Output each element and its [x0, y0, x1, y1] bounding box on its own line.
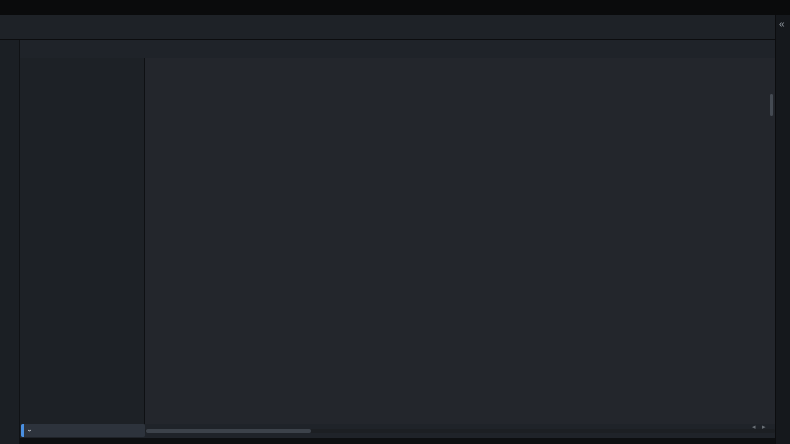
task-list-panel — [20, 58, 145, 424]
app-header — [0, 15, 775, 40]
right-collapse-strip: « — [775, 15, 790, 444]
collapsed-section-48-hours[interactable]: › — [21, 424, 145, 437]
app-window: « › ◂ ▸ — [0, 0, 790, 444]
chevron-down-icon[interactable]: › — [26, 429, 33, 431]
system-topbar — [0, 0, 790, 15]
collapse-icon[interactable]: « — [779, 19, 785, 30]
left-icon-rail — [0, 40, 20, 444]
horizontal-scrollbar[interactable] — [145, 429, 775, 433]
bottom-strip — [20, 438, 775, 444]
vertical-scrollbar-thumb[interactable] — [770, 94, 773, 116]
horizontal-scrollbar-thumb[interactable] — [146, 429, 311, 433]
timeline-canvas — [145, 58, 775, 424]
scroll-right-arrow[interactable]: ▸ — [762, 423, 766, 431]
scroll-left-arrow[interactable]: ◂ — [752, 423, 756, 431]
